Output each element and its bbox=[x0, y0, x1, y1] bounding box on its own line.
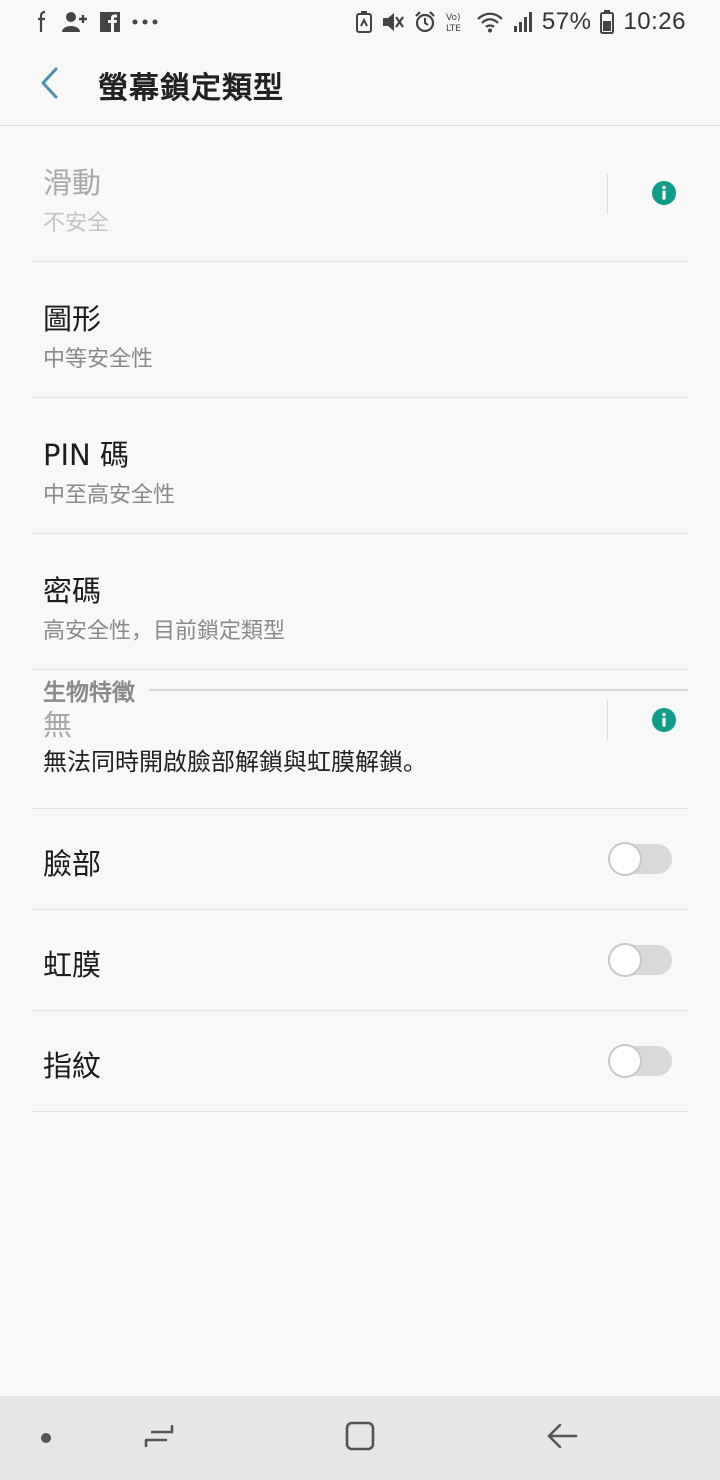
wifi-icon bbox=[476, 11, 504, 33]
nav-dot-button[interactable] bbox=[11, 1403, 81, 1473]
lock-option-subtitle: 不安全 bbox=[43, 211, 110, 236]
signal-icon bbox=[513, 11, 533, 33]
svg-text:LTE: LTE bbox=[446, 24, 461, 33]
lock-option-title: 無 bbox=[43, 708, 73, 742]
toggle-label: 虹膜 bbox=[43, 948, 102, 982]
arrow-left-icon bbox=[546, 1422, 578, 1454]
svg-text:Vo): Vo) bbox=[446, 13, 460, 23]
chevron-left-icon bbox=[39, 67, 59, 103]
status-left bbox=[36, 10, 158, 34]
back-button[interactable] bbox=[19, 55, 79, 115]
recent-apps-button[interactable] bbox=[124, 1403, 194, 1473]
battery-saver-icon bbox=[355, 11, 372, 33]
dot-icon bbox=[40, 1429, 52, 1448]
lock-option-pin[interactable]: PIN 碼 中至高安全性 bbox=[32, 398, 688, 534]
lock-option-title: 圖形 bbox=[43, 302, 102, 336]
toggle-row-fingerprint[interactable]: 指紋 bbox=[32, 1011, 688, 1112]
lock-option-title: 密碼 bbox=[43, 574, 102, 608]
battery-percent: 57% bbox=[541, 8, 592, 35]
app-bar: 螢幕鎖定類型 bbox=[0, 44, 720, 126]
more-dots-icon bbox=[132, 18, 158, 26]
toggle-row-iris[interactable]: 虹膜 bbox=[32, 910, 688, 1011]
toggle-label: 指紋 bbox=[43, 1049, 102, 1083]
navigation-bar bbox=[0, 1396, 720, 1480]
switch-knob bbox=[608, 842, 642, 876]
volte-icon: Vo) LTE bbox=[445, 11, 467, 33]
page-title: 螢幕鎖定類型 bbox=[98, 70, 284, 106]
alarm-icon bbox=[414, 11, 436, 33]
fingerprint-unlock-switch[interactable] bbox=[608, 1044, 672, 1078]
face-unlock-switch[interactable] bbox=[608, 842, 672, 876]
info-icon[interactable] bbox=[652, 181, 676, 205]
add-person-icon bbox=[62, 11, 88, 33]
iris-unlock-switch[interactable] bbox=[608, 943, 672, 977]
lock-option-password[interactable]: 密碼 高安全性，目前鎖定類型 bbox=[32, 534, 688, 670]
facebook-icon bbox=[100, 12, 120, 32]
section-divider bbox=[149, 689, 688, 691]
info-divider bbox=[607, 174, 608, 214]
lock-option-title: PIN 碼 bbox=[43, 438, 129, 472]
toggle-row-face[interactable]: 臉部 bbox=[32, 809, 688, 910]
lock-option-subtitle: 高安全性，目前鎖定類型 bbox=[43, 619, 286, 644]
lock-option-swipe[interactable]: 滑動 不安全 bbox=[32, 126, 688, 262]
lock-option-subtitle: 中至高安全性 bbox=[43, 483, 176, 508]
recent-apps-icon bbox=[143, 1422, 175, 1454]
switch-knob bbox=[608, 1044, 642, 1078]
biometrics-section-header: 生物特徵 bbox=[43, 672, 688, 708]
lock-option-pattern[interactable]: 圖形 中等安全性 bbox=[32, 262, 688, 398]
biometrics-notice: 無法同時開啟臉部解鎖與虹膜解鎖。 bbox=[43, 748, 427, 776]
info-icon[interactable] bbox=[652, 708, 676, 732]
status-right: Vo) LTE 57% 10:26 bbox=[355, 8, 686, 36]
home-icon bbox=[345, 1421, 375, 1455]
clock: 10:26 bbox=[623, 8, 686, 35]
mute-icon bbox=[381, 11, 405, 33]
biometrics-toggle-list: 臉部 虹膜 指紋 bbox=[0, 809, 720, 1112]
switch-knob bbox=[608, 943, 642, 977]
lock-option-title: 滑動 bbox=[43, 166, 102, 200]
home-button[interactable] bbox=[325, 1403, 395, 1473]
lock-option-subtitle: 中等安全性 bbox=[43, 347, 154, 372]
section-label: 生物特徵 bbox=[43, 680, 135, 706]
toggle-label: 臉部 bbox=[43, 847, 102, 881]
status-bar: Vo) LTE 57% 10:26 bbox=[0, 0, 720, 44]
battery-icon bbox=[600, 10, 615, 34]
notification-f-icon bbox=[36, 10, 50, 34]
back-nav-button[interactable] bbox=[527, 1403, 597, 1473]
